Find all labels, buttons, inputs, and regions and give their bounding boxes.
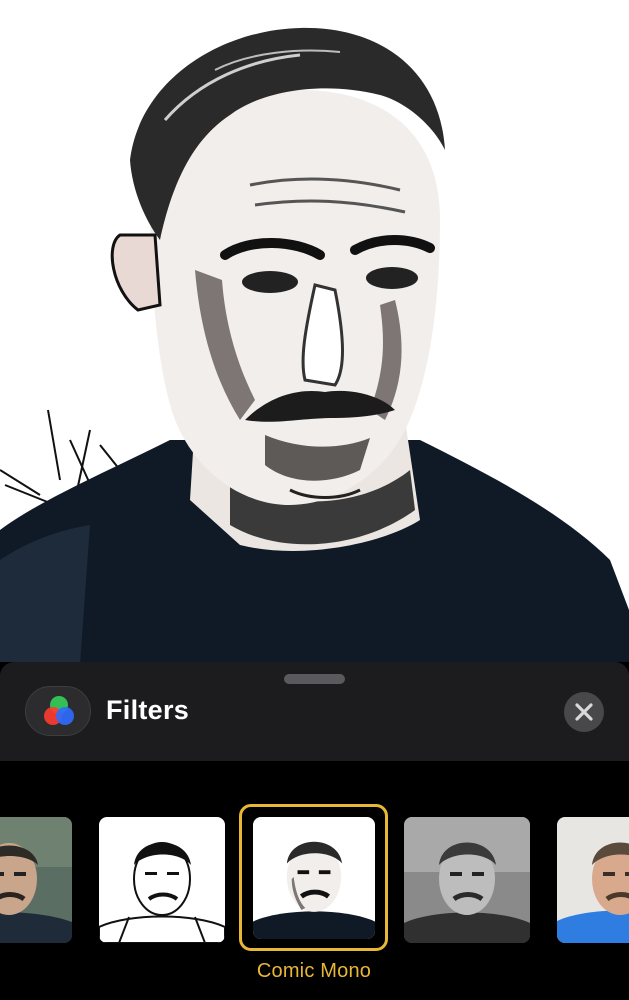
comic-portrait — [0, 0, 629, 664]
close-icon — [575, 703, 593, 721]
thumbnail-image — [557, 817, 629, 943]
filter-thumbnail-strip[interactable]: Comic Mono — [0, 761, 629, 1000]
filters-venn-icon[interactable] — [25, 686, 91, 736]
sheet-grabber-handle[interactable] — [284, 674, 345, 684]
camera-screen: Filters Comic Mono — [0, 0, 629, 1000]
filters-sheet-header: Filters — [0, 662, 629, 761]
filter-thumbnail-ink[interactable] — [99, 817, 225, 943]
sheet-title: Filters — [106, 695, 190, 725]
close-button[interactable] — [564, 692, 604, 732]
thumbnail-image — [253, 817, 375, 939]
filters-venn-glyph — [44, 696, 74, 725]
filter-thumbnail-grayscale[interactable] — [404, 817, 530, 943]
filter-thumbnail-comic-mono[interactable] — [253, 817, 375, 939]
filters-sheet: Filters Comic Mono — [0, 662, 629, 1000]
thumbnail-image — [99, 817, 225, 943]
filter-thumbnail-natural[interactable] — [557, 817, 629, 943]
camera-preview[interactable] — [0, 0, 629, 664]
thumbnail-image — [0, 817, 72, 943]
selected-filter-label: Comic Mono — [256, 960, 372, 982]
filter-thumbnail-vivid[interactable] — [0, 817, 72, 943]
thumbnail-image — [404, 817, 530, 943]
